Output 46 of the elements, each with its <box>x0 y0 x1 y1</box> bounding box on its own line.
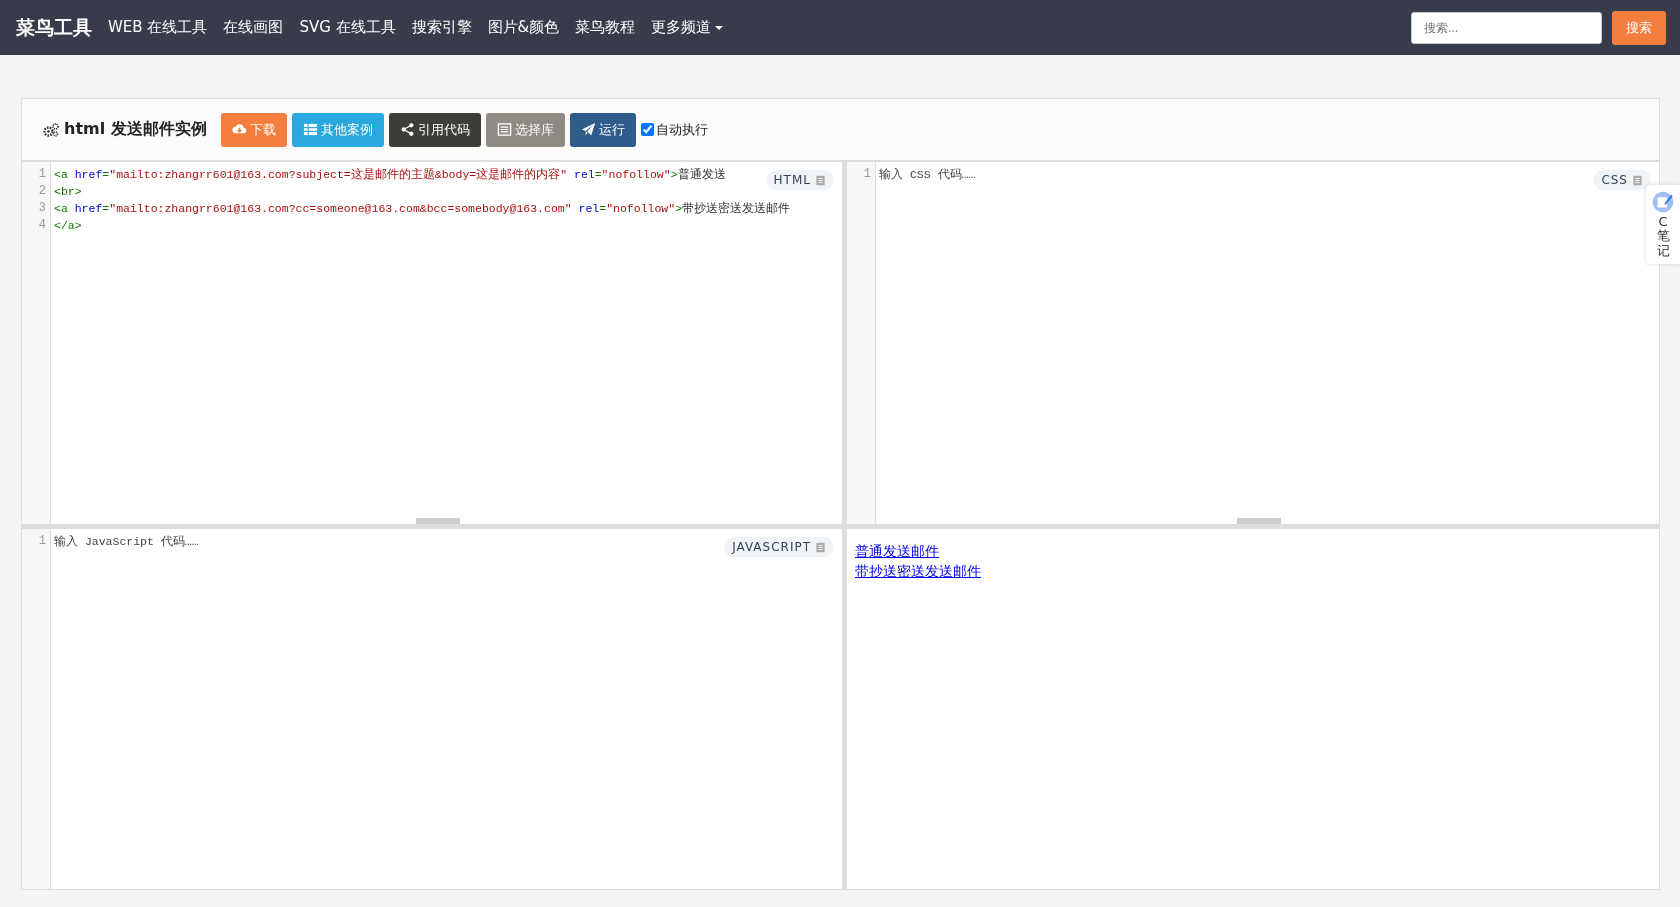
checkbox-label[interactable]: 自动执行 <box>655 120 708 139</box>
site-logo[interactable]: 菜鸟工具 <box>16 14 92 41</box>
code-placeholder: 输入 JavaScript 代码…… <box>54 534 199 550</box>
nav-link[interactable]: 在线画图 <box>223 18 284 37</box>
line-number: 1 <box>37 533 47 550</box>
side-widget[interactable]: C笔记 <box>1646 185 1680 264</box>
nav-link[interactable]: 菜鸟教程 <box>575 18 636 37</box>
toolbar-button[interactable]: 引用代码 <box>388 112 481 147</box>
auto-run-checkbox[interactable] <box>640 123 654 136</box>
file-icon <box>815 174 826 186</box>
code-placeholder: 输入 CSS 代码…… <box>879 167 976 183</box>
paper-plane-icon <box>580 122 596 137</box>
nav-link[interactable]: SVG 在线工具 <box>299 18 396 37</box>
nav-link[interactable]: 图片&颜色 <box>487 18 560 37</box>
badge-label: JAVASCRIPT <box>732 540 811 554</box>
badge-label: HTML <box>773 173 811 187</box>
share-icon <box>399 122 415 137</box>
side-label: C笔记 <box>1656 215 1670 258</box>
table-icon <box>302 122 318 137</box>
code-editor[interactable] <box>22 162 842 524</box>
line-number: 1 <box>862 166 872 183</box>
code-line: <a href="mailto:zhangrr601@163.com?cc=someone@163.com&bcc=somebody@163.com" rel="nofollow">带抄送密送发送邮件 <box>54 201 791 217</box>
line-number: 4 <box>37 217 47 234</box>
line-number: 2 <box>37 183 47 200</box>
code-line: </a> <box>54 218 82 234</box>
nav-link[interactable]: 更多频道 <box>651 18 724 37</box>
nav-link[interactable]: WEB 在线工具 <box>108 18 208 37</box>
code-editor[interactable]: 1 输入 JavaScript 代码…… JAVASCRIPT <box>22 529 842 889</box>
list-icon <box>496 122 512 137</box>
code-line: <br> <box>54 184 82 200</box>
page-title: html 发送邮件实例 <box>64 119 207 140</box>
file-icon <box>815 541 826 553</box>
scrollbar-thumb[interactable] <box>1236 518 1281 524</box>
note-icon <box>1652 191 1674 213</box>
gears-icon <box>41 121 61 138</box>
link[interactable]: 普通发送邮件 <box>855 541 939 561</box>
code-line: <a href="mailto:zhangrr601@163.com?subject=这是邮件的主题&body=这是邮件的内容" rel="nofollow">普通发送 <box>54 167 726 183</box>
run-button[interactable]: 运行 <box>569 112 636 147</box>
line-number: 1 <box>37 166 47 183</box>
link[interactable]: 带抄送密送发送邮件 <box>855 561 981 581</box>
line-number: 3 <box>37 200 47 217</box>
badge-label: CSS <box>1601 173 1628 187</box>
nav-link[interactable]: 搜索引擎 <box>411 18 472 37</box>
file-icon <box>1632 174 1643 186</box>
search-field[interactable]: 搜索... <box>1411 11 1602 44</box>
scrollbar-thumb[interactable] <box>415 518 460 524</box>
